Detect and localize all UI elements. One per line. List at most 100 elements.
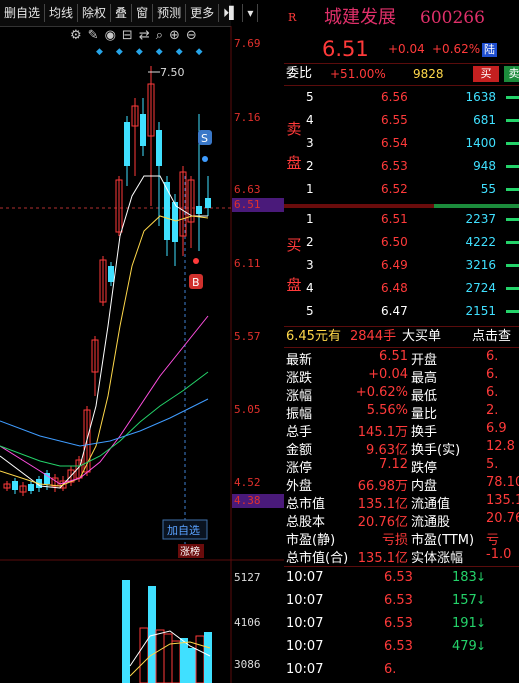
volume-bar bbox=[506, 165, 519, 168]
stat-label: 换手(实) bbox=[411, 443, 461, 458]
limit-up-label: 涨榜 bbox=[180, 545, 200, 558]
toolbar-item[interactable]: 叠 bbox=[111, 4, 133, 22]
stat-label: 振幅 bbox=[286, 407, 313, 422]
tick-price: 6.53 bbox=[384, 616, 413, 631]
order-level: 4 bbox=[306, 281, 314, 295]
sell-marker-label: S bbox=[201, 132, 208, 145]
order-level: 1 bbox=[306, 182, 314, 196]
candle-body bbox=[12, 481, 18, 490]
ratio-label: 委比 bbox=[286, 66, 313, 81]
order-price: 6.49 bbox=[381, 258, 408, 272]
price-change-pct: +0.62% bbox=[432, 42, 481, 56]
stat-label: 最高 bbox=[411, 371, 438, 386]
volume-bar bbox=[139, 627, 149, 683]
stat-value: +0.62% bbox=[355, 385, 408, 400]
buy-button[interactable]: 买 bbox=[473, 66, 499, 82]
candle-body bbox=[28, 484, 34, 491]
order-volume: 681 bbox=[473, 113, 496, 127]
stat-label: 总股本 bbox=[286, 515, 326, 530]
tick-volume: 191 bbox=[452, 616, 477, 631]
stat-value: 145.1万 bbox=[357, 425, 408, 440]
order-level: 3 bbox=[306, 258, 314, 272]
stat-label: 跌停 bbox=[411, 461, 438, 476]
candle-body bbox=[196, 206, 202, 214]
order-price: 6.48 bbox=[381, 281, 408, 295]
moving-average-line bbox=[0, 371, 209, 467]
volume-bar bbox=[506, 287, 519, 290]
tick-list: 10:07 6.53 183 ↓ 10:07 6.53 157 ↓ 10:07 6.53 191 ↓ 1… bbox=[284, 567, 519, 683]
stat-label: 涨幅 bbox=[286, 389, 313, 404]
stat-value: 6.9 bbox=[486, 421, 507, 436]
tick-price: 6.53 bbox=[384, 593, 413, 608]
tick-time: 10:07 bbox=[286, 616, 324, 631]
stat-value: 亏 bbox=[486, 533, 500, 548]
order-price: 6.54 bbox=[381, 136, 408, 150]
badge: R bbox=[288, 11, 297, 24]
chart-toolbar: 删自选 均线 除权叠窗预测 更多 ⏵▌ ▾ bbox=[0, 0, 259, 27]
tick-volume: 183 bbox=[452, 570, 477, 585]
toolbar-item[interactable]: 删自选 bbox=[0, 4, 46, 22]
volume-bar bbox=[506, 218, 519, 221]
candle-body bbox=[140, 114, 146, 146]
big-order-type: 大买单 bbox=[402, 329, 442, 344]
tick-time: 10:07 bbox=[286, 570, 324, 585]
stat-label: 开盘 bbox=[411, 353, 438, 368]
toolbar-item[interactable]: 预测 bbox=[153, 4, 187, 22]
stat-value: 66.98万 bbox=[357, 479, 408, 494]
toolbar-item[interactable]: ⏵▌ bbox=[219, 4, 244, 22]
stock-name: 城建发展 bbox=[324, 7, 396, 28]
order-price: 6.53 bbox=[381, 159, 408, 173]
volume-bar bbox=[506, 188, 519, 191]
toolbar-item[interactable]: 除权 bbox=[78, 4, 112, 22]
price-axis-label: 4.38 bbox=[234, 494, 261, 507]
moving-average-line bbox=[0, 315, 209, 485]
stat-value: 12.8 bbox=[486, 439, 515, 454]
buy-label-1: 买 bbox=[286, 236, 302, 254]
stat-value: -1.0 bbox=[486, 547, 512, 562]
price-axis-label: 5.05 bbox=[234, 403, 261, 416]
sell-button[interactable]: 卖 bbox=[504, 66, 519, 82]
big-order-link[interactable]: 点击查 bbox=[472, 327, 511, 347]
toolbar-item[interactable]: 更多 bbox=[186, 4, 220, 22]
down-arrow-icon: ↓ bbox=[476, 639, 487, 653]
last-price: 6.51 bbox=[322, 37, 369, 61]
volume-bar bbox=[506, 264, 519, 267]
stat-value: 5. bbox=[486, 457, 499, 472]
stat-label: 金额 bbox=[286, 443, 313, 458]
moving-average-line bbox=[0, 398, 209, 447]
order-volume: 2151 bbox=[465, 304, 496, 318]
sell-label-2: 盘 bbox=[286, 154, 302, 172]
price-axis-label: 6.11 bbox=[234, 257, 261, 270]
volume-bar bbox=[506, 96, 519, 99]
stat-label: 涨跌 bbox=[286, 371, 313, 386]
sell-orderbook: 卖 盘 5 6.56 1638 4 6.55 681 3 6.54 1400 2 6.53 948 1 6… bbox=[284, 88, 519, 206]
tick-price: 6.53 bbox=[384, 639, 413, 654]
volume-bar bbox=[506, 142, 519, 145]
stat-value: 2. bbox=[486, 403, 499, 418]
stat-value: 5.56% bbox=[366, 403, 408, 418]
tick-volume: 157 bbox=[452, 593, 477, 608]
quote-panel: R 城建发展 600266 6.51 +0.04 +0.62% 陆 委比 +51… bbox=[284, 0, 519, 683]
stock-code: 600266 bbox=[420, 8, 485, 28]
order-volume: 1400 bbox=[465, 136, 496, 150]
kline-chart[interactable]: 7.69 7.16 6.63 6.51 6.11 5.57 5.05 4.52 4.38 512… bbox=[0, 26, 284, 683]
buy-orderbook: 买 盘 1 6.51 2237 2 6.50 4222 3 6.49 3216 4 6.48 2724… bbox=[284, 210, 519, 326]
toolbar-item[interactable]: 窗 bbox=[132, 4, 154, 22]
toolbar-item[interactable]: 均线 bbox=[45, 4, 79, 22]
order-volume: 2724 bbox=[465, 281, 496, 295]
volume-bar bbox=[506, 119, 519, 122]
stat-label: 实体涨幅 bbox=[411, 551, 464, 566]
order-level: 3 bbox=[306, 136, 314, 150]
buy-marker-label: B bbox=[192, 276, 200, 289]
volume-bar bbox=[204, 632, 212, 683]
volume-bar bbox=[506, 241, 519, 244]
tick-time: 10:07 bbox=[286, 593, 324, 608]
volume-axis-label: 4106 bbox=[234, 616, 261, 629]
candle-body bbox=[108, 266, 114, 282]
volume-bar bbox=[171, 640, 181, 683]
stat-label: 总手 bbox=[286, 425, 313, 440]
tick-price: 6.53 bbox=[384, 570, 413, 585]
exchange-badge: 陆 bbox=[482, 43, 497, 57]
volume-axis-label: 3086 bbox=[234, 658, 261, 671]
toolbar-item[interactable]: ▾ bbox=[243, 4, 259, 22]
